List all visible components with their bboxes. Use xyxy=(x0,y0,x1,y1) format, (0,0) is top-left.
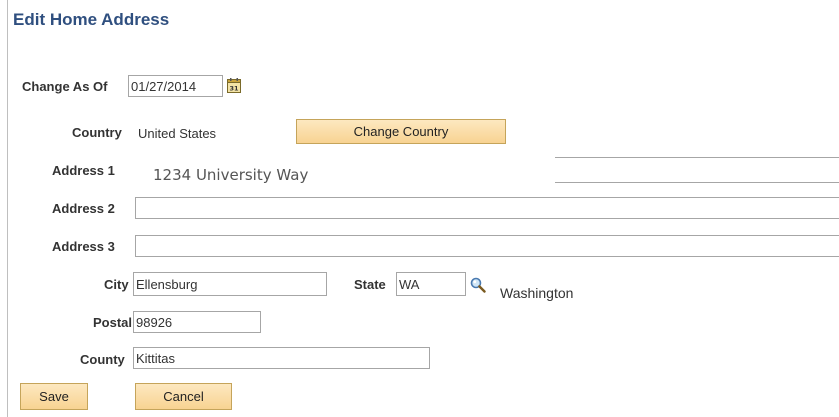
address3-label: Address 3 xyxy=(52,239,115,254)
state-input[interactable] xyxy=(396,272,466,296)
country-label: Country xyxy=(72,125,122,140)
save-button[interactable]: Save xyxy=(20,383,88,410)
left-divider xyxy=(7,0,8,417)
county-input[interactable] xyxy=(133,347,430,369)
change-as-of-input[interactable] xyxy=(128,75,223,97)
city-label: City xyxy=(104,277,129,292)
address3-input[interactable] xyxy=(135,235,839,257)
postal-label: Postal xyxy=(93,315,133,330)
city-input[interactable] xyxy=(133,272,327,296)
change-as-of-label: Change As Of xyxy=(22,79,108,94)
address2-label: Address 2 xyxy=(52,201,115,216)
county-label: County xyxy=(80,352,125,367)
state-label: State xyxy=(354,277,386,292)
address1-value[interactable]: 1234 University Way xyxy=(153,166,308,184)
search-icon[interactable] xyxy=(470,277,486,293)
address1-top-rule xyxy=(555,157,839,158)
address1-bottom-rule xyxy=(555,182,839,183)
country-value: United States xyxy=(138,126,217,141)
edit-home-address-page: Edit Home Address Change As Of 31 Countr… xyxy=(0,0,839,417)
address1-label: Address 1 xyxy=(52,163,115,178)
change-country-button[interactable]: Change Country xyxy=(296,119,506,144)
svg-text:31: 31 xyxy=(229,85,239,93)
address2-input[interactable] xyxy=(135,197,839,219)
calendar-icon[interactable]: 31 xyxy=(227,78,241,93)
postal-input[interactable] xyxy=(133,311,261,333)
state-description: Washington xyxy=(500,285,574,301)
page-title: Edit Home Address xyxy=(13,10,170,29)
cancel-button[interactable]: Cancel xyxy=(135,383,232,410)
